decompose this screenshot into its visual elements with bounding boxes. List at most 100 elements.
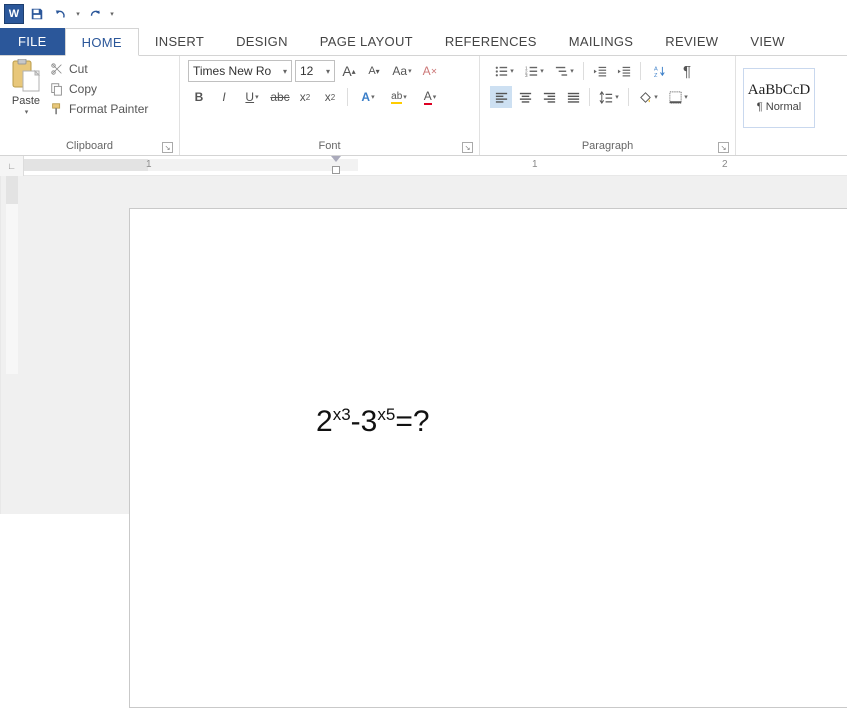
copy-label: Copy — [69, 82, 97, 96]
borders-button[interactable]: ▾ — [664, 86, 692, 108]
svg-text:Z: Z — [653, 73, 657, 79]
tab-insert[interactable]: INSERT — [139, 28, 220, 55]
copy-icon — [50, 82, 64, 96]
align-right-icon — [542, 90, 557, 105]
numbering-button[interactable]: 123▾ — [520, 60, 548, 82]
cut-button[interactable]: Cut — [50, 62, 148, 76]
group-font: Times New Ro▾ 12▾ A▴ A▾ Aa▾ A✕ B I U▾ ab… — [180, 56, 480, 155]
strikethrough-button[interactable]: abc — [269, 86, 291, 108]
paste-label: Paste — [12, 95, 40, 107]
line-spacing-icon — [599, 90, 614, 105]
text-effects-button[interactable]: A▾ — [354, 86, 382, 108]
ribbon-tabs: FILE HOME INSERT DESIGN PAGE LAYOUT REFE… — [0, 28, 847, 56]
font-color-button[interactable]: A▾ — [416, 86, 444, 108]
shading-button[interactable]: ▾ — [634, 86, 662, 108]
subscript-button[interactable]: x2 — [294, 86, 316, 108]
align-left-icon — [494, 90, 509, 105]
bullets-button[interactable]: ▾ — [490, 60, 518, 82]
bullets-icon — [494, 64, 509, 79]
style-sample: AaBbCcD — [748, 82, 811, 99]
document-text[interactable]: 2x3-3x5=? — [316, 405, 430, 439]
font-group-label: Font↘ — [184, 137, 475, 155]
redo-icon — [88, 7, 102, 21]
font-name-combo[interactable]: Times New Ro▾ — [188, 60, 292, 82]
quick-access-toolbar: W ▾ ▾ — [0, 0, 847, 28]
save-button[interactable] — [26, 3, 48, 25]
document-page[interactable]: 2x3-3x5=? — [129, 208, 847, 708]
tab-design[interactable]: DESIGN — [220, 28, 304, 55]
horizontal-ruler[interactable]: ∟ 1 1 2 — [0, 156, 847, 176]
document-area: 2x3-3x5=? — [0, 176, 847, 514]
line-spacing-button[interactable]: ▾ — [595, 86, 623, 108]
clipboard-group-label: Clipboard↘ — [4, 137, 175, 155]
outdent-icon — [593, 64, 608, 79]
svg-text:A: A — [653, 66, 657, 72]
clear-formatting-button[interactable]: A✕ — [419, 60, 441, 82]
paragraph-launcher[interactable]: ↘ — [718, 142, 729, 153]
vertical-ruler[interactable] — [0, 176, 1, 514]
font-launcher[interactable]: ↘ — [462, 142, 473, 153]
increase-indent-button[interactable] — [613, 60, 635, 82]
styles-group-label — [740, 137, 842, 155]
word-app-icon: W — [4, 4, 24, 24]
group-paragraph: ▾ 123▾ ▾ AZ ¶ ▾ ▾ ▾ Para — [480, 56, 736, 155]
clipboard-launcher[interactable]: ↘ — [162, 142, 173, 153]
numbering-icon: 123 — [524, 64, 539, 79]
border-icon — [668, 90, 683, 105]
decrease-indent-button[interactable] — [589, 60, 611, 82]
justify-icon — [566, 90, 581, 105]
multilevel-list-button[interactable]: ▾ — [550, 60, 578, 82]
grow-font-button[interactable]: A▴ — [338, 60, 360, 82]
undo-icon — [54, 7, 68, 21]
tab-home[interactable]: HOME — [65, 28, 139, 56]
sort-button[interactable]: AZ — [646, 60, 674, 82]
tab-page-layout[interactable]: PAGE LAYOUT — [304, 28, 429, 55]
group-styles: AaBbCcD ¶ Normal — [736, 56, 846, 155]
superscript-button[interactable]: x2 — [319, 86, 341, 108]
format-painter-button[interactable]: Format Painter — [50, 102, 148, 116]
change-case-button[interactable]: Aa▾ — [388, 60, 416, 82]
save-icon — [30, 7, 44, 21]
paste-dropdown-icon: ▾ — [25, 108, 29, 116]
sort-icon: AZ — [653, 64, 668, 79]
brush-icon — [50, 102, 64, 116]
align-center-icon — [518, 90, 533, 105]
bold-button[interactable]: B — [188, 86, 210, 108]
indent-icon — [617, 64, 632, 79]
undo-dropdown[interactable]: ▾ — [74, 3, 82, 25]
align-center-button[interactable] — [514, 86, 536, 108]
group-clipboard: Paste ▾ Cut Copy Format Painter Clipboar… — [0, 56, 180, 155]
tab-file[interactable]: FILE — [0, 28, 65, 55]
paste-icon — [10, 58, 42, 94]
shrink-font-button[interactable]: A▾ — [363, 60, 385, 82]
underline-button[interactable]: U▾ — [238, 86, 266, 108]
eraser-icon: ✕ — [431, 67, 438, 76]
svg-text:3: 3 — [525, 73, 528, 78]
qat-customize[interactable]: ▾ — [108, 3, 116, 25]
show-marks-button[interactable]: ¶ — [676, 60, 698, 82]
align-left-button[interactable] — [490, 86, 512, 108]
highlight-button[interactable]: ab▾ — [385, 86, 413, 108]
style-normal[interactable]: AaBbCcD ¶ Normal — [743, 68, 815, 128]
format-painter-label: Format Painter — [69, 102, 148, 116]
redo-button[interactable] — [84, 3, 106, 25]
undo-button[interactable] — [50, 3, 72, 25]
bucket-icon — [638, 90, 653, 105]
tab-review[interactable]: REVIEW — [649, 28, 734, 55]
scissors-icon — [50, 62, 64, 76]
italic-button[interactable]: I — [213, 86, 235, 108]
cut-label: Cut — [69, 62, 88, 76]
tab-mailings[interactable]: MAILINGS — [553, 28, 650, 55]
tab-view[interactable]: VIEW — [734, 28, 800, 55]
tab-references[interactable]: REFERENCES — [429, 28, 553, 55]
multilevel-icon — [554, 64, 569, 79]
align-right-button[interactable] — [538, 86, 560, 108]
font-size-combo[interactable]: 12▾ — [295, 60, 335, 82]
paste-button[interactable]: Paste ▾ — [4, 58, 48, 116]
justify-button[interactable] — [562, 86, 584, 108]
paragraph-group-label: Paragraph↘ — [484, 137, 731, 155]
copy-button[interactable]: Copy — [50, 82, 148, 96]
style-name: ¶ Normal — [757, 101, 801, 113]
ribbon: Paste ▾ Cut Copy Format Painter Clipboar… — [0, 56, 847, 156]
ruler-corner[interactable]: ∟ — [0, 156, 24, 176]
